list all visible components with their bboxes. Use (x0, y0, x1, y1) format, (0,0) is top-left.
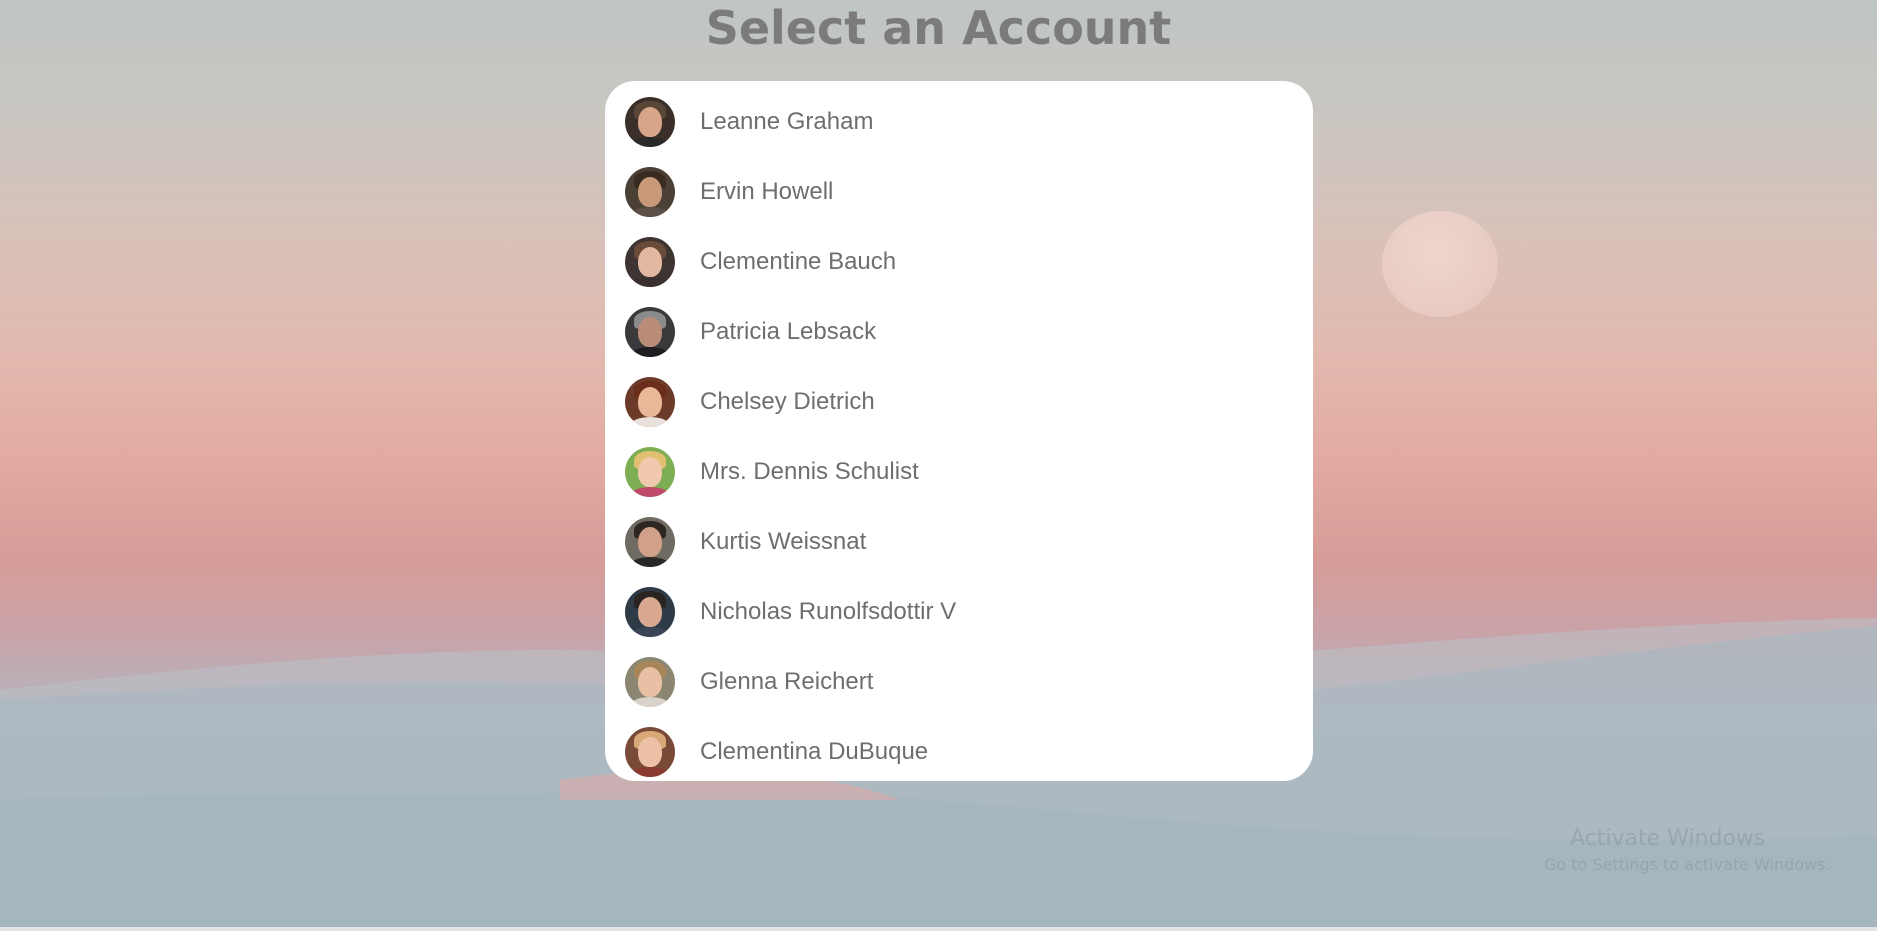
avatar (625, 167, 675, 217)
account-item[interactable]: Clementina DuBuque (605, 717, 1313, 787)
account-item[interactable]: Chelsey Dietrich (605, 367, 1313, 437)
account-name: Kurtis Weissnat (700, 528, 867, 555)
account-name: Chelsey Dietrich (700, 388, 875, 415)
account-name: Ervin Howell (700, 178, 834, 205)
moon (1382, 211, 1498, 317)
account-name: Patricia Lebsack (700, 318, 877, 345)
avatar (625, 307, 675, 357)
avatar (625, 447, 675, 497)
account-item[interactable]: Kurtis Weissnat (605, 507, 1313, 577)
avatar (625, 97, 675, 147)
avatar (625, 727, 675, 777)
avatar (625, 517, 675, 567)
account-item[interactable]: Glenna Reichert (605, 647, 1313, 717)
activation-watermark: Activate Windows Go to Settings to activ… (1490, 826, 1831, 876)
account-item[interactable]: Mrs. Dennis Schulist (605, 437, 1313, 507)
account-name: Nicholas Runolfsdottir V (700, 598, 957, 625)
account-list: Leanne Graham Ervin Howell Clementine Ba… (605, 81, 1313, 781)
account-item[interactable]: Ervin Howell (605, 157, 1313, 227)
account-name: Glenna Reichert (700, 668, 874, 695)
account-item[interactable]: Nicholas Runolfsdottir V (605, 577, 1313, 647)
account-item[interactable]: Clementine Bauch (605, 227, 1313, 297)
account-item[interactable]: Patricia Lebsack (605, 297, 1313, 367)
account-name: Leanne Graham (700, 108, 874, 135)
account-name: Mrs. Dennis Schulist (700, 458, 919, 485)
taskbar-edge (0, 927, 1877, 931)
avatar (625, 237, 675, 287)
account-name: Clementine Bauch (700, 248, 897, 275)
watermark-subtitle: Go to Settings to activate Windows. (1544, 855, 1831, 874)
avatar (625, 657, 675, 707)
account-item[interactable]: Leanne Graham (605, 87, 1313, 157)
page-title: Select an Account (705, 1, 1172, 55)
watermark-title: Activate Windows (1570, 826, 1766, 851)
avatar (625, 377, 675, 427)
account-name: Clementina DuBuque (700, 738, 929, 765)
avatar (625, 587, 675, 637)
